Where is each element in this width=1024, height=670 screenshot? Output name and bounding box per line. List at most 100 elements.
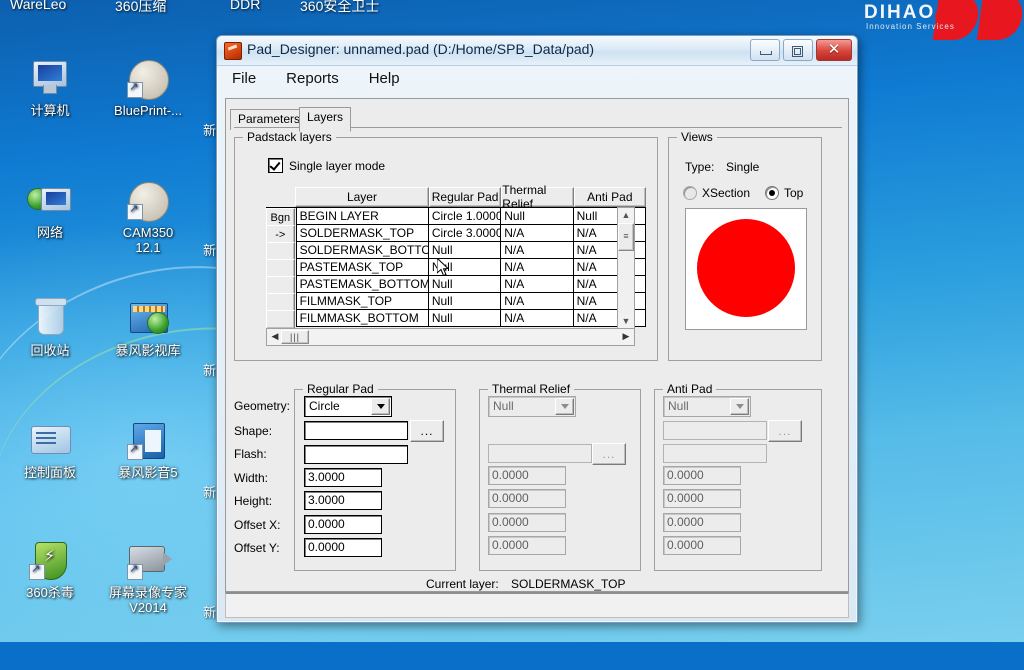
pad-shape-preview [697, 219, 795, 317]
table-row[interactable]: SOLDERMASK_BOTTOM Null N/A N/A [266, 242, 646, 261]
desktop-icon-computer[interactable]: 计算机 [2, 58, 98, 118]
window-title-bar[interactable]: Pad_Designer: unnamed.pad (D:/Home/SPB_D… [217, 36, 857, 66]
column-header-regular-pad[interactable]: Regular Pad [428, 187, 502, 207]
chevron-down-icon[interactable] [730, 398, 749, 415]
column-header-thermal-relief[interactable]: Thermal Relief [501, 183, 574, 211]
computer-icon [27, 58, 73, 100]
blueprint-icon [125, 58, 171, 100]
anti-pad-value-0[interactable]: 0.0000 [663, 466, 741, 485]
logo-name: DIHAO [864, 2, 936, 23]
logo-tagline: Innovation Services [866, 22, 955, 31]
pad-preview[interactable] [685, 208, 807, 330]
desktop-icon-blueprint[interactable]: BluePrint-... [100, 58, 196, 118]
single-layer-mode-label: Single layer mode [289, 158, 386, 173]
desktop-icon-network[interactable]: 网络 [2, 180, 98, 240]
desktop-icon-baofeng-player[interactable]: 暴风影音5 [100, 420, 196, 480]
table-horizontal-scrollbar[interactable]: ◀ ||| ▶ [266, 328, 635, 346]
anti-pad-flash-input[interactable] [663, 444, 767, 463]
views-title: Views [677, 130, 717, 144]
scroll-left-icon[interactable]: ◀ [269, 330, 281, 342]
regular-pad-shape-browse-button[interactable]: ... [410, 420, 444, 442]
row-marker-button[interactable] [266, 310, 295, 329]
padstack-table: Layer Regular Pad Thermal Relief Anti Pa… [266, 183, 646, 329]
anti-pad-geometry-value: Null [668, 399, 689, 413]
anti-pad-value-1[interactable]: 0.0000 [663, 489, 741, 508]
thermal-relief-shape-input[interactable] [488, 444, 592, 463]
cell-regular-pad: Circle 1.0000 [428, 208, 502, 225]
360-antivirus-icon [27, 540, 73, 582]
tab-layers[interactable]: Layers [299, 107, 352, 132]
anti-pad-value-2[interactable]: 0.0000 [663, 513, 741, 532]
logo-swoosh-2 [976, 0, 1024, 40]
desktop-icon-label-2: V2014 [129, 600, 167, 615]
scroll-down-icon[interactable]: ▼ [618, 314, 634, 328]
pad-designer-icon [224, 42, 242, 60]
scroll-right-icon[interactable]: ▶ [620, 330, 632, 342]
regular-pad-width-input[interactable]: 3.0000 [304, 468, 382, 487]
table-row[interactable]: PASTEMASK_TOP Null N/A N/A [266, 259, 646, 278]
pad-designer-window: Pad_Designer: unnamed.pad (D:/Home/SPB_D… [216, 35, 858, 623]
thermal-relief-value-3[interactable]: 0.0000 [488, 536, 566, 555]
desktop-icon-label: 计算机 [30, 103, 70, 118]
desktop-icon-label: 网络 [36, 225, 63, 240]
radio-top[interactable]: Top [765, 186, 803, 200]
table-vertical-scrollbar[interactable]: ▲ ≡ ▼ [617, 207, 635, 329]
table-row[interactable]: FILMMASK_TOP Null N/A N/A [266, 293, 646, 312]
regular-pad-offset-y-input[interactable]: 0.0000 [304, 538, 382, 557]
radio-xsection-label: XSection [702, 186, 751, 200]
desktop-edge-label-2: 新 [203, 363, 217, 378]
table-row[interactable]: -> SOLDERMASK_TOP Circle 3.0000 N/A N/A [266, 225, 646, 244]
thermal-relief-value-0[interactable]: 0.0000 [488, 466, 566, 485]
control-panel-icon [27, 420, 73, 462]
desktop-icon-cam350[interactable]: CAM350 12.1 [100, 180, 196, 255]
scroll-up-icon[interactable]: ▲ [618, 208, 634, 222]
regular-pad-geometry-select[interactable]: Circle [304, 396, 392, 417]
thermal-relief-geometry-value: Null [493, 399, 514, 413]
thermal-relief-value-2[interactable]: 0.0000 [488, 513, 566, 532]
desktop-icon-control-panel[interactable]: 控制面板 [2, 420, 98, 480]
views-type-value: Single [726, 160, 760, 174]
minimize-button[interactable] [750, 39, 780, 61]
desktop-icon-baofeng-library[interactable]: 暴风影视库 [100, 298, 196, 358]
regular-pad-shape-input[interactable] [304, 421, 408, 440]
logo-triangle-icon [934, 5, 948, 17]
anti-pad-value-3[interactable]: 0.0000 [663, 536, 741, 555]
chevron-down-icon[interactable] [555, 398, 574, 415]
vertical-scroll-thumb[interactable]: ≡ [618, 223, 634, 251]
tab-strip: Parameters Layers [230, 107, 848, 132]
cell-regular-pad: Null [428, 310, 502, 327]
radio-xsection[interactable]: XSection [683, 186, 750, 200]
anti-pad-geometry-select[interactable]: Null [663, 396, 751, 417]
menu-help[interactable]: Help [366, 69, 403, 95]
cell-anti-pad: N/A [573, 242, 646, 259]
table-row[interactable]: PASTEMASK_BOTTOM Null N/A N/A [266, 276, 646, 295]
anti-pad-browse-button[interactable]: ... [768, 420, 802, 442]
horizontal-scroll-thumb[interactable]: ||| [281, 330, 309, 344]
regular-pad-offset-x-input[interactable]: 0.0000 [304, 515, 382, 534]
cell-thermal-relief: N/A [501, 259, 574, 276]
menu-file[interactable]: File [229, 69, 259, 95]
column-header-layer[interactable]: Layer [295, 187, 429, 207]
thermal-relief-geometry-select[interactable]: Null [488, 396, 576, 417]
desktop-icon-recycle-bin[interactable]: 回收站 [2, 298, 98, 358]
close-button[interactable]: ✕ [816, 39, 852, 61]
single-layer-mode-checkbox[interactable]: Single layer mode [268, 158, 385, 173]
window-client-area: Parameters Layers Padstack layers Single… [225, 98, 849, 592]
regular-pad-flash-input[interactable] [304, 445, 408, 464]
label-width: Width: [234, 471, 269, 485]
cell-thermal-relief: N/A [501, 293, 574, 310]
table-row[interactable]: FILMMASK_BOTTOM Null N/A N/A [266, 310, 646, 329]
chevron-down-icon[interactable] [371, 398, 390, 415]
regular-pad-height-input[interactable]: 3.0000 [304, 491, 382, 510]
thermal-relief-browse-button[interactable]: ... [592, 443, 626, 465]
column-header-anti-pad[interactable]: Anti Pad [573, 187, 646, 207]
menu-reports[interactable]: Reports [283, 69, 342, 95]
maximize-button[interactable] [783, 39, 813, 61]
menu-bar: File Reports Help [217, 66, 857, 95]
current-layer-value: SOLDERMASK_TOP [511, 577, 626, 591]
desktop-icon-screen-recorder[interactable]: 屏幕录像专家 V2014 [100, 540, 196, 615]
table-row[interactable]: Bgn BEGIN LAYER Circle 1.0000 Null Null [266, 208, 646, 227]
desktop-icon-360-antivirus[interactable]: 360杀毒 [2, 540, 98, 600]
thermal-relief-value-1[interactable]: 0.0000 [488, 489, 566, 508]
anti-pad-shape-input[interactable] [663, 421, 767, 440]
